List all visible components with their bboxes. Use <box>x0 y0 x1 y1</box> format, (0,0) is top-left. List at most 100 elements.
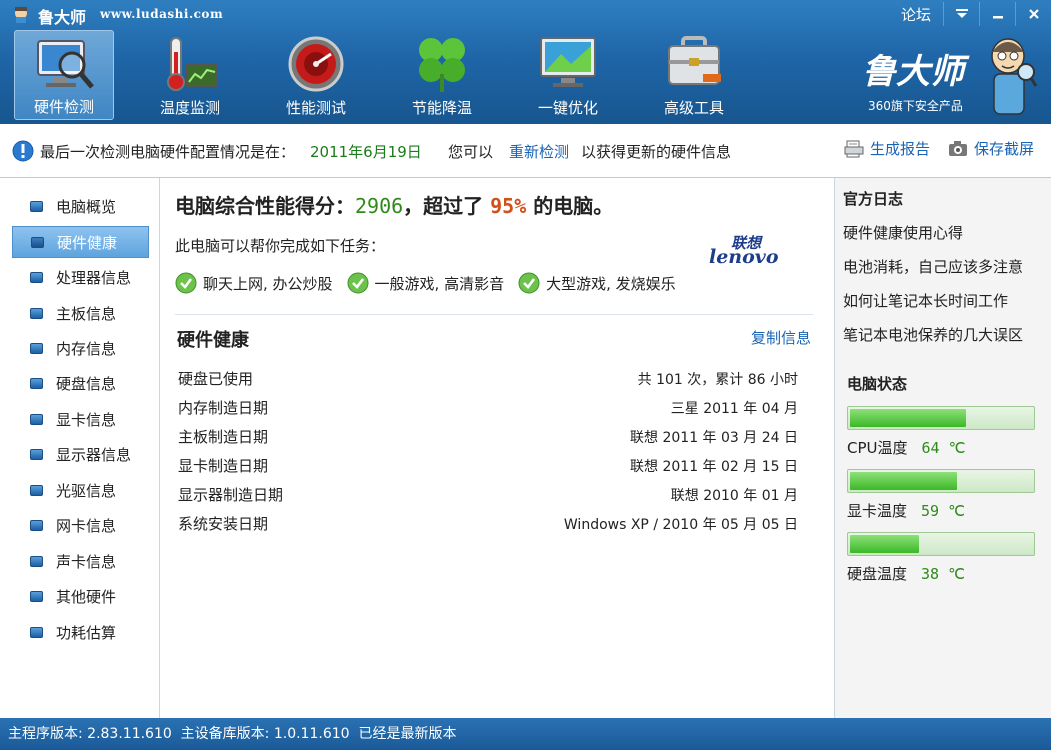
sidebar-item-memory[interactable]: 内存信息 <box>12 332 149 364</box>
report-icon <box>844 140 864 157</box>
sidebar-item-label: 处理器信息 <box>56 268 132 287</box>
task-label: 大型游戏, 发烧娱乐 <box>546 274 676 293</box>
score-mid: ，超过了 <box>403 194 484 218</box>
tool-temperature[interactable]: 温度监测 <box>140 30 266 120</box>
title-header: 鲁大师 www.ludashi.com 论坛 硬件检测 温度监测 性能测试 节能… <box>0 0 1051 124</box>
menu-icon <box>955 9 968 18</box>
row-value: 共 101 次，累计 86 小时 <box>637 371 798 388</box>
minimize-button[interactable] <box>979 2 1015 26</box>
table-row: 系统安装日期 Windows XP / 2010 年 05 月 05 日 <box>178 509 798 538</box>
row-label: 内存制造日期 <box>178 399 269 417</box>
news-link[interactable]: 如何让笔记本长时间工作 <box>843 290 1008 311</box>
bullet-icon <box>30 590 43 602</box>
last-check-date: 2011年6月19日 <box>310 143 422 161</box>
table-row: 显卡制造日期 联想 2011 年 02 月 15 日 <box>178 451 798 480</box>
temp-value: 38 ℃ <box>921 565 965 583</box>
news-link[interactable]: 笔记本电池保养的几大误区 <box>843 324 1023 345</box>
sidebar-item-label: 主板信息 <box>56 304 117 323</box>
tool-label: 性能测试 <box>285 99 346 117</box>
brand-subtitle: 360旗下安全产品 <box>868 99 963 113</box>
sidebar-item-label: 声卡信息 <box>56 552 117 571</box>
sidebar-item-graphics[interactable]: 显卡信息 <box>12 403 149 435</box>
sidebar-item-motherboard[interactable]: 主板信息 <box>12 297 149 329</box>
main-toolbar: 硬件检测 温度监测 性能测试 节能降温 一键优化 高级工具 <box>14 30 770 120</box>
bullet-icon <box>30 307 43 319</box>
sidebar-item-monitor[interactable]: 显示器信息 <box>12 438 149 470</box>
task-item: 聊天上网, 办公炒股 <box>175 272 333 294</box>
sidebar-item-label: 电脑概览 <box>56 197 117 216</box>
tool-hardware-detect[interactable]: 硬件检测 <box>14 30 114 120</box>
hardware-health-table: 硬盘已使用 共 101 次，累计 86 小时 内存制造日期 三星 2011 年 04… <box>178 364 798 538</box>
tasks-intro: 此电脑可以帮你完成如下任务： <box>175 237 386 255</box>
sidebar-item-optical[interactable]: 光驱信息 <box>12 474 149 506</box>
bullet-icon <box>30 342 43 354</box>
score-value: 2906 <box>355 194 404 218</box>
sidebar-item-label: 显示器信息 <box>56 445 132 464</box>
bullet-icon <box>30 555 43 567</box>
menu-button[interactable] <box>943 2 979 26</box>
recheck-link[interactable]: 重新检测 <box>509 141 569 162</box>
bullet-icon <box>31 236 44 248</box>
temp-bar-fill <box>850 535 919 553</box>
sidebar-item-power[interactable]: 功耗估算 <box>12 616 149 648</box>
sidebar-item-overview[interactable]: 电脑概览 <box>12 190 149 222</box>
sidebar-nav: 电脑概览 硬件健康 处理器信息 主板信息 内存信息 硬盘信息 显卡信息 显示器信… <box>0 178 160 718</box>
app-url: www.ludashi.com <box>100 7 224 21</box>
tool-one-click-optimize[interactable]: 一键优化 <box>518 30 644 120</box>
performance-score: 电脑综合性能得分：2906，超过了 95% 的电脑。 <box>175 190 613 219</box>
camera-icon <box>949 140 967 156</box>
forum-link[interactable]: 论坛 <box>901 4 931 25</box>
sidebar-item-disk[interactable]: 硬盘信息 <box>12 367 149 399</box>
bullet-icon <box>30 377 43 389</box>
task-item: 一般游戏, 高清影音 <box>347 272 505 294</box>
row-value: 联想 2010 年 01 月 <box>670 487 798 504</box>
task-list: 聊天上网, 办公炒股 一般游戏, 高清影音 大型游戏, 发烧娱乐 <box>175 272 690 294</box>
sidebar-item-label: 其他硬件 <box>56 587 117 606</box>
monitor-magnifier-icon <box>37 40 94 89</box>
section-divider <box>175 314 813 315</box>
check-icon <box>518 272 540 294</box>
close-icon <box>1028 9 1039 19</box>
tool-performance[interactable]: 性能测试 <box>266 30 392 120</box>
table-row: 显示器制造日期 联想 2010 年 01 月 <box>178 480 798 509</box>
task-label: 一般游戏, 高清影音 <box>374 274 505 293</box>
row-value: 联想 2011 年 03 月 24 日 <box>630 429 798 446</box>
sidebar-item-other[interactable]: 其他硬件 <box>12 580 149 612</box>
last-check-text: 最后一次检测电脑硬件配置情况是在： <box>40 143 296 161</box>
save-screenshot-button[interactable]: 保存截屏 <box>948 138 1034 159</box>
official-blog-title: 官方日志 <box>843 190 904 208</box>
right-panel: 官方日志 硬件健康使用心得 电池消耗，自己应该多注意 如何让笔记本长时间工作 笔… <box>834 178 1051 718</box>
tool-energy-saving[interactable]: 节能降温 <box>392 30 518 120</box>
sidebar-item-network[interactable]: 网卡信息 <box>12 509 149 541</box>
sidebar-item-cpu[interactable]: 处理器信息 <box>12 261 149 293</box>
toolbox-icon <box>668 36 721 85</box>
sidebar-item-label: 网卡信息 <box>56 516 117 535</box>
clover-icon <box>419 38 465 92</box>
copy-info-link[interactable]: 复制信息 <box>751 327 811 348</box>
close-button[interactable] <box>1015 2 1051 26</box>
news-link[interactable]: 电池消耗，自己应该多注意 <box>843 256 1023 277</box>
temp-label: CPU温度 <box>847 439 908 457</box>
sidebar-item-label: 光驱信息 <box>56 481 117 500</box>
pc-status-title: 电脑状态 <box>847 375 908 393</box>
sidebar-item-hardware-health[interactable]: 硬件健康 <box>12 226 149 258</box>
info-icon <box>12 140 34 162</box>
row-label: 硬盘已使用 <box>178 370 254 388</box>
table-row: 主板制造日期 联想 2011 年 03 月 24 日 <box>178 422 798 451</box>
generate-report-label: 生成报告 <box>870 140 931 158</box>
lenovo-logo: 联想 lenovo <box>709 232 799 268</box>
version-text: 主程序版本: 2.83.11.610 主设备库版本: 1.0.11.610 已经… <box>8 726 457 742</box>
score-suffix: 的电脑。 <box>533 194 614 218</box>
generate-report-button[interactable]: 生成报告 <box>844 138 930 159</box>
bullet-icon <box>30 448 43 460</box>
sidebar-item-sound[interactable]: 声卡信息 <box>12 545 149 577</box>
news-link[interactable]: 硬件健康使用心得 <box>843 222 963 243</box>
temp-bar-fill <box>850 472 957 490</box>
tool-advanced[interactable]: 高级工具 <box>644 30 770 120</box>
cpu-temp: CPU温度 64 ℃ <box>847 437 965 458</box>
brand-en: lenovo <box>709 246 779 268</box>
detection-info-bar: 最后一次检测电脑硬件配置情况是在： 2011年6月19日 您可以 重新检测 以获… <box>0 124 1051 178</box>
mascot-icon <box>991 38 1037 115</box>
optimize-monitor-icon <box>540 37 596 87</box>
row-label: 系统安装日期 <box>178 515 269 533</box>
